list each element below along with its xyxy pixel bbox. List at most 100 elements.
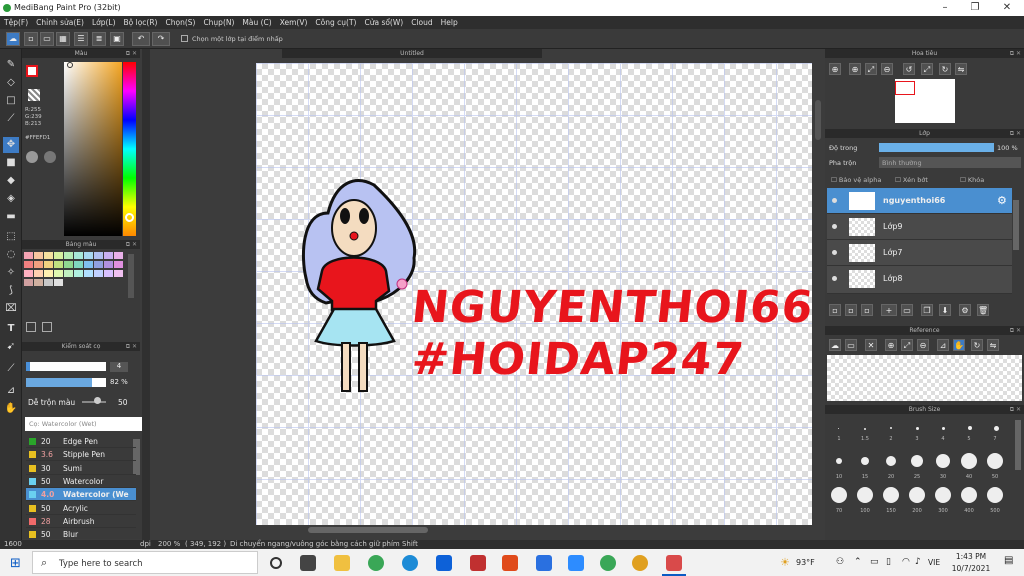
- palette-swatch[interactable]: [44, 261, 53, 268]
- palette-swatch[interactable]: [34, 270, 43, 277]
- clock-date[interactable]: 10/7/2021: [948, 564, 994, 573]
- gear-icon[interactable]: ⚙: [997, 194, 1007, 207]
- app-icon[interactable]: [470, 555, 486, 571]
- chevron-up-icon[interactable]: ⌃: [854, 557, 862, 567]
- select-tool-icon[interactable]: ⬚: [3, 229, 19, 245]
- palette-swatch[interactable]: [94, 252, 103, 259]
- size-dot[interactable]: [987, 487, 1003, 503]
- palette-swatch[interactable]: [54, 252, 63, 259]
- new-icon[interactable]: ▫: [24, 32, 38, 46]
- palette-menu-icon[interactable]: [42, 322, 52, 332]
- lasso-tool-icon[interactable]: ◌: [3, 247, 19, 263]
- menu-layer[interactable]: Lớp(L): [88, 16, 120, 29]
- navigator-preview[interactable]: [895, 79, 955, 123]
- layer-row[interactable]: Lớp8: [827, 266, 1012, 294]
- opacity-slider[interactable]: [26, 378, 106, 387]
- network-icon[interactable]: ▭: [870, 557, 879, 567]
- medibang-icon[interactable]: [666, 555, 682, 571]
- volume-icon[interactable]: ♪: [915, 557, 921, 567]
- layer-scrollbar[interactable]: [1013, 200, 1019, 250]
- palette-swatch[interactable]: [64, 270, 73, 277]
- size-dot[interactable]: [909, 487, 925, 503]
- vertical-scrollbar[interactable]: [815, 100, 821, 140]
- size-dot[interactable]: [935, 487, 951, 503]
- add-layer-menu-icon[interactable]: +: [881, 304, 897, 316]
- file-explorer-icon[interactable]: [334, 555, 350, 571]
- brush-size-value[interactable]: 4: [110, 362, 128, 372]
- menu-tools[interactable]: Công cụ(T): [311, 16, 360, 29]
- palette-swatch[interactable]: [34, 261, 43, 268]
- rotate-right-icon[interactable]: ↻: [939, 63, 951, 75]
- clock-time[interactable]: 1:43 PM: [954, 552, 988, 561]
- horizontal-scrollbar[interactable]: [308, 527, 428, 533]
- size-dot[interactable]: [861, 457, 869, 465]
- close-icon[interactable]: ⧉ ✕: [126, 49, 137, 58]
- size-dot[interactable]: [961, 487, 977, 503]
- hue-handle[interactable]: [125, 213, 134, 222]
- brush-list-item[interactable]: 50 Acrylic: [26, 502, 136, 515]
- size-dot[interactable]: [890, 427, 892, 429]
- zoom-out-icon[interactable]: ⊖: [881, 63, 893, 75]
- palette-swatch[interactable]: [74, 261, 83, 268]
- menu-edit[interactable]: Chỉnh sửa(E): [32, 16, 88, 29]
- menu-filter[interactable]: Bộ lọc(R): [120, 16, 162, 29]
- search-box[interactable]: ⌕ Type here to search: [32, 551, 258, 574]
- palette-swatch[interactable]: [104, 270, 113, 277]
- eye-icon[interactable]: [832, 276, 837, 281]
- palette-swatch[interactable]: [64, 252, 73, 259]
- size-dot[interactable]: [994, 426, 999, 431]
- close-icon[interactable]: ⧉ ✕: [1010, 405, 1021, 414]
- line-tool-icon[interactable]: ⟋: [3, 111, 19, 127]
- transparent-swatch[interactable]: [28, 89, 40, 101]
- size-dot[interactable]: [883, 487, 899, 503]
- rotate-icon[interactable]: ↻: [971, 339, 983, 351]
- fullscreen-icon[interactable]: ⤢: [921, 63, 933, 75]
- mix-handle[interactable]: [94, 397, 101, 404]
- palette-swatch[interactable]: [104, 261, 113, 268]
- fit-icon[interactable]: ⤢: [901, 339, 913, 351]
- zoom-in-icon[interactable]: ⊕: [829, 63, 841, 75]
- palette-swatch[interactable]: [54, 279, 63, 286]
- alpha-protect-checkbox[interactable]: ☐ Bảo vệ alpha: [831, 176, 881, 184]
- open-folder-icon[interactable]: ▭: [845, 339, 857, 351]
- size-dot[interactable]: [936, 454, 950, 468]
- menu-select[interactable]: Chọn(S): [161, 16, 199, 29]
- dropbox-icon[interactable]: [436, 555, 452, 571]
- palette-swatch[interactable]: [24, 252, 33, 259]
- palette-swatch[interactable]: [74, 270, 83, 277]
- hue-slider[interactable]: [123, 62, 136, 236]
- folder-icon[interactable]: ▭: [901, 304, 913, 316]
- office-icon[interactable]: [502, 555, 518, 571]
- zoom-fit-icon[interactable]: ⊕: [849, 63, 861, 75]
- size-dot[interactable]: [911, 455, 923, 467]
- layers-icon[interactable]: ☰: [74, 32, 88, 46]
- hand-tool-icon[interactable]: ✋: [3, 401, 19, 417]
- menu-window[interactable]: Cửa sổ(W): [360, 16, 407, 29]
- color-picker-icon[interactable]: [44, 151, 56, 163]
- size-dot[interactable]: [886, 456, 896, 466]
- palette-swatch[interactable]: [44, 279, 53, 286]
- zoom-out-icon[interactable]: ⊖: [917, 339, 929, 351]
- close-icon[interactable]: ⧉ ✕: [126, 342, 137, 351]
- close-icon[interactable]: ⧉ ✕: [1010, 49, 1021, 58]
- brush-size-scrollbar[interactable]: [1015, 420, 1021, 470]
- chrome-icon[interactable]: [632, 555, 648, 571]
- layer-opacity-slider[interactable]: [879, 143, 994, 152]
- document-tab[interactable]: Untitled: [282, 49, 542, 58]
- trash-icon[interactable]: 🗑: [977, 304, 989, 316]
- eraser-tool-icon[interactable]: ◇: [3, 75, 19, 91]
- new-layer-icon[interactable]: ▫: [829, 304, 841, 316]
- size-dot[interactable]: [838, 428, 839, 429]
- dot-tool-icon[interactable]: □: [3, 93, 19, 109]
- shape-tool-icon[interactable]: ◆: [3, 173, 19, 189]
- menu-view[interactable]: Xem(V): [276, 16, 312, 29]
- palette-scrollbar[interactable]: [128, 254, 134, 298]
- palette-swatch[interactable]: [94, 270, 103, 277]
- close-ref-icon[interactable]: ✕: [865, 339, 877, 351]
- menu-snap[interactable]: Chụp(N): [199, 16, 238, 29]
- size-dot[interactable]: [961, 453, 977, 469]
- hand-icon[interactable]: ✋: [953, 339, 965, 351]
- brush-list-item[interactable]: 50 Watercolor: [26, 475, 136, 488]
- move-tool-icon[interactable]: ✥: [3, 137, 19, 153]
- rotate-left-icon[interactable]: ↺: [903, 63, 915, 75]
